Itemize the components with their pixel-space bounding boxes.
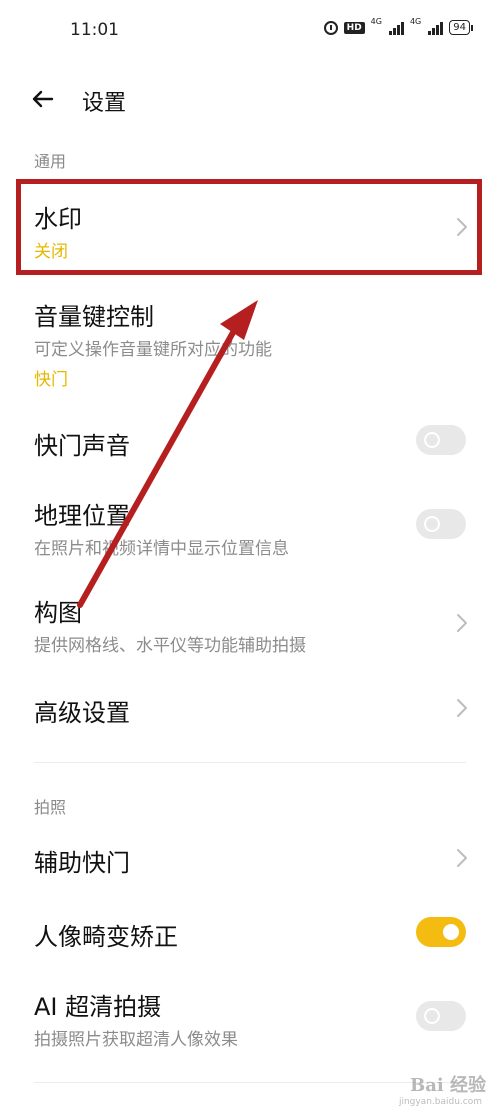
portrait-distortion-toggle[interactable]: [416, 917, 466, 947]
ai-hd-toggle[interactable]: [416, 1001, 466, 1031]
section-divider: [34, 762, 466, 763]
settings-row-volume-key[interactable]: 音量键控制 可定义操作音量键所对应的功能 快门: [0, 285, 500, 397]
chevron-right-icon: [457, 849, 467, 867]
settings-row-location: 地理位置 在照片和视频详情中显示位置信息: [0, 488, 500, 562]
signal-label-2: 4G: [409, 17, 422, 26]
row-title: 快门声音: [34, 432, 130, 460]
settings-row-assist-shutter[interactable]: 辅助快门: [0, 830, 500, 890]
toggle-knob: [424, 432, 440, 448]
status-time: 11:01: [70, 20, 119, 40]
chevron-right-icon: [457, 614, 467, 632]
row-title: AI 超清拍摄: [34, 993, 162, 1021]
battery-icon: 94: [449, 20, 473, 35]
signal-bars-icon: [388, 21, 404, 35]
toggle-knob: [424, 516, 440, 532]
row-subtitle: 可定义操作音量键所对应的功能: [34, 340, 272, 360]
row-title: 构图: [34, 599, 82, 627]
watermark-logo: Bai 经验: [410, 1075, 486, 1096]
section-label-photo: 拍照: [34, 798, 67, 817]
row-title: 高级设置: [34, 699, 130, 727]
alarm-icon: [323, 20, 338, 35]
settings-row-advanced[interactable]: 高级设置: [0, 680, 500, 740]
watermark-url: jingyan.baidu.com: [398, 1097, 482, 1107]
annotation-highlight-box: [16, 179, 482, 275]
settings-row-portrait-distortion: 人像畸变矫正: [0, 902, 500, 964]
page-title: 设置: [82, 91, 127, 116]
status-icons: HD 4G 4G 94: [323, 17, 473, 35]
location-toggle[interactable]: [416, 509, 466, 539]
toggle-knob: [424, 1008, 440, 1024]
row-subtitle: 在照片和视频详情中显示位置信息: [34, 539, 289, 559]
row-title: 辅助快门: [34, 849, 130, 877]
hd-icon: HD: [343, 21, 365, 34]
row-subtitle: 拍摄照片获取超清人像效果: [34, 1030, 238, 1050]
row-title: 人像畸变矫正: [34, 923, 178, 951]
row-value: 快门: [34, 370, 68, 390]
settings-row-shutter-sound: 快门声音: [0, 410, 500, 472]
signal-bars-icon: [428, 21, 444, 35]
chevron-right-icon: [457, 699, 467, 717]
settings-row-ai-hd: AI 超清拍摄 拍摄照片获取超清人像效果: [0, 980, 500, 1054]
shutter-sound-toggle[interactable]: [416, 425, 466, 455]
signal-label-1: 4G: [370, 17, 382, 26]
header: 设置: [0, 70, 500, 128]
section-label-general: 通用: [34, 152, 67, 171]
row-subtitle: 提供网格线、水平仪等功能辅助拍摄: [34, 636, 306, 656]
row-title: 音量键控制: [34, 303, 154, 331]
back-arrow-icon[interactable]: [28, 84, 58, 114]
section-divider: [34, 1082, 466, 1083]
row-title: 地理位置: [34, 502, 130, 530]
status-bar: 11:01 HD 4G 4G 94: [0, 0, 500, 62]
toggle-knob: [443, 924, 459, 940]
settings-row-composition[interactable]: 构图 提供网格线、水平仪等功能辅助拍摄: [0, 585, 500, 659]
